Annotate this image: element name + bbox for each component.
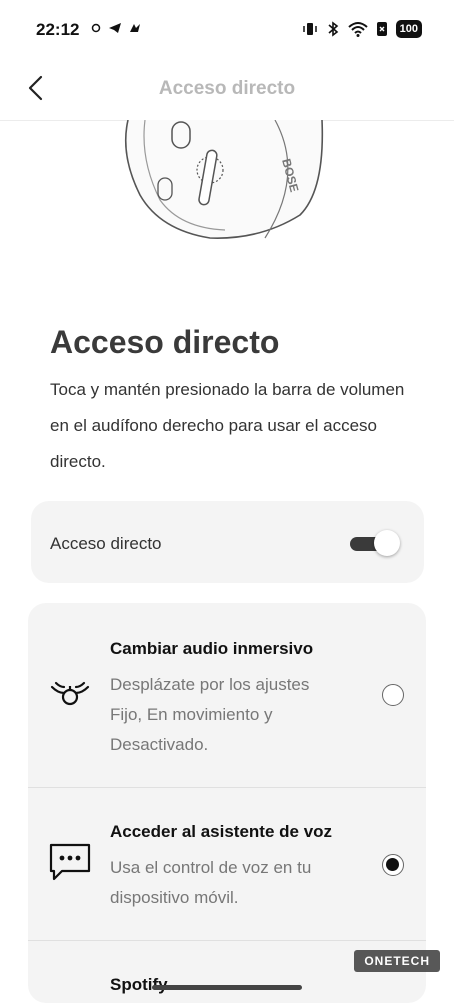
toggle-knob <box>374 530 400 556</box>
wifi-icon <box>347 22 368 37</box>
shortcut-toggle-label: Acceso directo <box>50 534 162 553</box>
headphone-illustration: BOSE <box>124 120 324 239</box>
option-immersive-audio[interactable]: Cambiar audio inmersivo Desplázate por l… <box>28 603 426 788</box>
vibrate-icon <box>302 23 317 35</box>
watermark: ONETECH <box>354 950 440 972</box>
app-icon <box>130 24 140 32</box>
option-voice-assistant[interactable]: Acceder al asistente de voz Usa el contr… <box>28 788 426 941</box>
battery-indicator: 100 <box>395 20 422 38</box>
bluetooth-icon <box>328 21 338 37</box>
status-right-icons: 100 <box>302 20 422 38</box>
immersive-audio-icon <box>50 681 90 706</box>
option-title: Acceder al asistente de voz <box>110 822 333 841</box>
telegram-icon <box>109 23 121 33</box>
top-app-bar: Acceso directo <box>0 60 454 121</box>
shortcut-toggle-card: Acceso directo <box>31 501 424 583</box>
option-description: Usa el control de voz en tu dispositivo … <box>110 858 312 907</box>
shortcut-options-list: Cambiar audio inmersivo Desplázate por l… <box>28 603 426 1003</box>
option-title: Cambiar audio inmersivo <box>110 639 314 658</box>
option-description: Desplázate por los ajustes Fijo, En movi… <box>110 675 310 754</box>
shortcut-toggle-switch[interactable] <box>350 530 400 556</box>
status-time: 22:12 <box>36 20 80 39</box>
home-indicator[interactable] <box>152 985 302 990</box>
status-left-icons <box>90 22 142 34</box>
sim-icon <box>376 22 387 36</box>
page-description: Toca y mantén presionado la barra de vol… <box>50 380 405 471</box>
page-heading: Acceso directo <box>50 324 280 360</box>
status-bar: 22:12 100 <box>0 0 454 60</box>
dot-ring-icon <box>91 23 101 33</box>
top-bar-title: Acceso directo <box>158 78 296 99</box>
chat-bubble-icon <box>49 843 91 881</box>
radio-button-selected[interactable] <box>382 854 404 876</box>
radio-button[interactable] <box>382 684 404 706</box>
